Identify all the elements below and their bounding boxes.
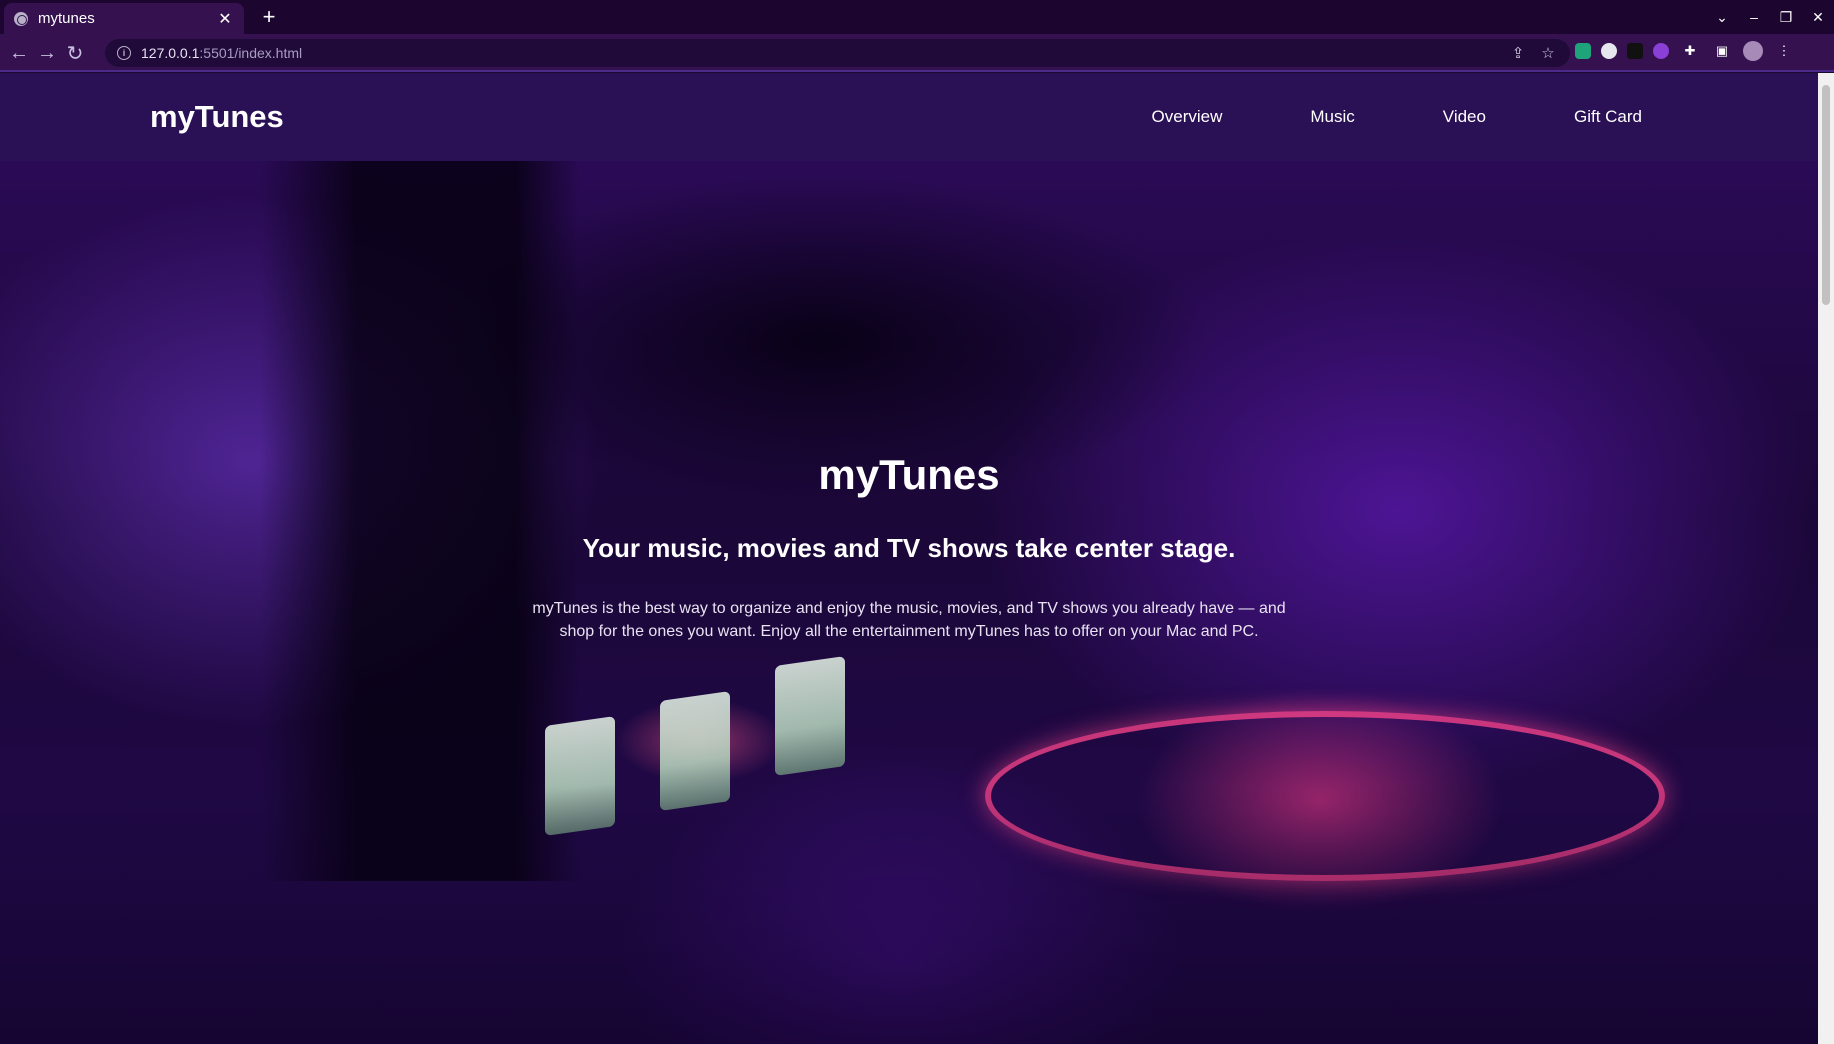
extension-icons: ✚ ▣ ⋮ (1575, 40, 1795, 62)
scrollbar-thumb[interactable] (1822, 85, 1830, 305)
browser-tabbar: mytunes ✕ + ⌄ – ❐ ✕ (0, 0, 1834, 34)
minimize-icon[interactable]: – (1738, 0, 1770, 34)
site-header: myTunes Overview Music Video Gift Card (0, 73, 1818, 161)
share-icon[interactable]: ⇪ (1508, 43, 1528, 63)
window-close-icon[interactable]: ✕ (1802, 0, 1834, 34)
nav-video[interactable]: Video (1443, 107, 1486, 127)
hero-content: myTunes Your music, movies and TV shows … (0, 161, 1818, 1044)
forward-icon[interactable]: → (34, 40, 60, 66)
browser-tab[interactable]: mytunes ✕ (4, 3, 244, 34)
hero-subtitle: Your music, movies and TV shows take cen… (582, 533, 1236, 563)
hero-title: myTunes (818, 451, 1000, 498)
omnibox-actions: ⇪ ☆ (1508, 43, 1558, 63)
reload-icon[interactable]: ↻ (62, 40, 88, 66)
close-icon[interactable]: ✕ (216, 10, 234, 28)
menu-icon[interactable]: ⋮ (1773, 40, 1795, 62)
extension-circle-icon[interactable] (1601, 43, 1617, 59)
globe-icon (14, 11, 28, 26)
site-logo[interactable]: myTunes (150, 99, 284, 135)
address-bar[interactable]: i 127.0.0.1:5501/index.html ⇪ ☆ (105, 39, 1570, 67)
hero-description: myTunes is the best way to organize and … (532, 600, 1286, 640)
back-icon[interactable]: ← (6, 40, 32, 66)
nav-overview[interactable]: Overview (1152, 107, 1223, 127)
extension-green-icon[interactable] (1575, 43, 1591, 59)
window-controls: ⌄ – ❐ ✕ (1706, 0, 1834, 34)
extensions-icon[interactable]: ✚ (1679, 40, 1701, 62)
avatar[interactable] (1743, 41, 1763, 61)
page-viewport: myTunes Overview Music Video Gift Card m… (0, 73, 1818, 1044)
plus-icon[interactable]: + (256, 4, 282, 30)
nav-music[interactable]: Music (1310, 107, 1354, 127)
sidepanel-icon[interactable]: ▣ (1711, 40, 1733, 62)
nav-gift-card[interactable]: Gift Card (1574, 107, 1642, 127)
site-nav: Overview Music Video Gift Card (1152, 73, 1642, 161)
info-icon[interactable]: i (117, 46, 131, 60)
tab-title: mytunes (38, 10, 95, 27)
extension-download-icon[interactable] (1653, 43, 1669, 59)
star-icon[interactable]: ☆ (1538, 43, 1558, 63)
hero-section: myTunes Your music, movies and TV shows … (0, 161, 1818, 1044)
browser-toolbar: ← → ↻ i 127.0.0.1:5501/index.html ⇪ ☆ ✚ … (0, 34, 1834, 72)
extension-pocket-icon[interactable] (1627, 43, 1643, 59)
chevron-down-icon[interactable]: ⌄ (1706, 0, 1738, 34)
page-scrollbar[interactable] (1818, 73, 1834, 1044)
maximize-icon[interactable]: ❐ (1770, 0, 1802, 34)
url-text[interactable]: 127.0.0.1:5501/index.html (141, 45, 302, 61)
